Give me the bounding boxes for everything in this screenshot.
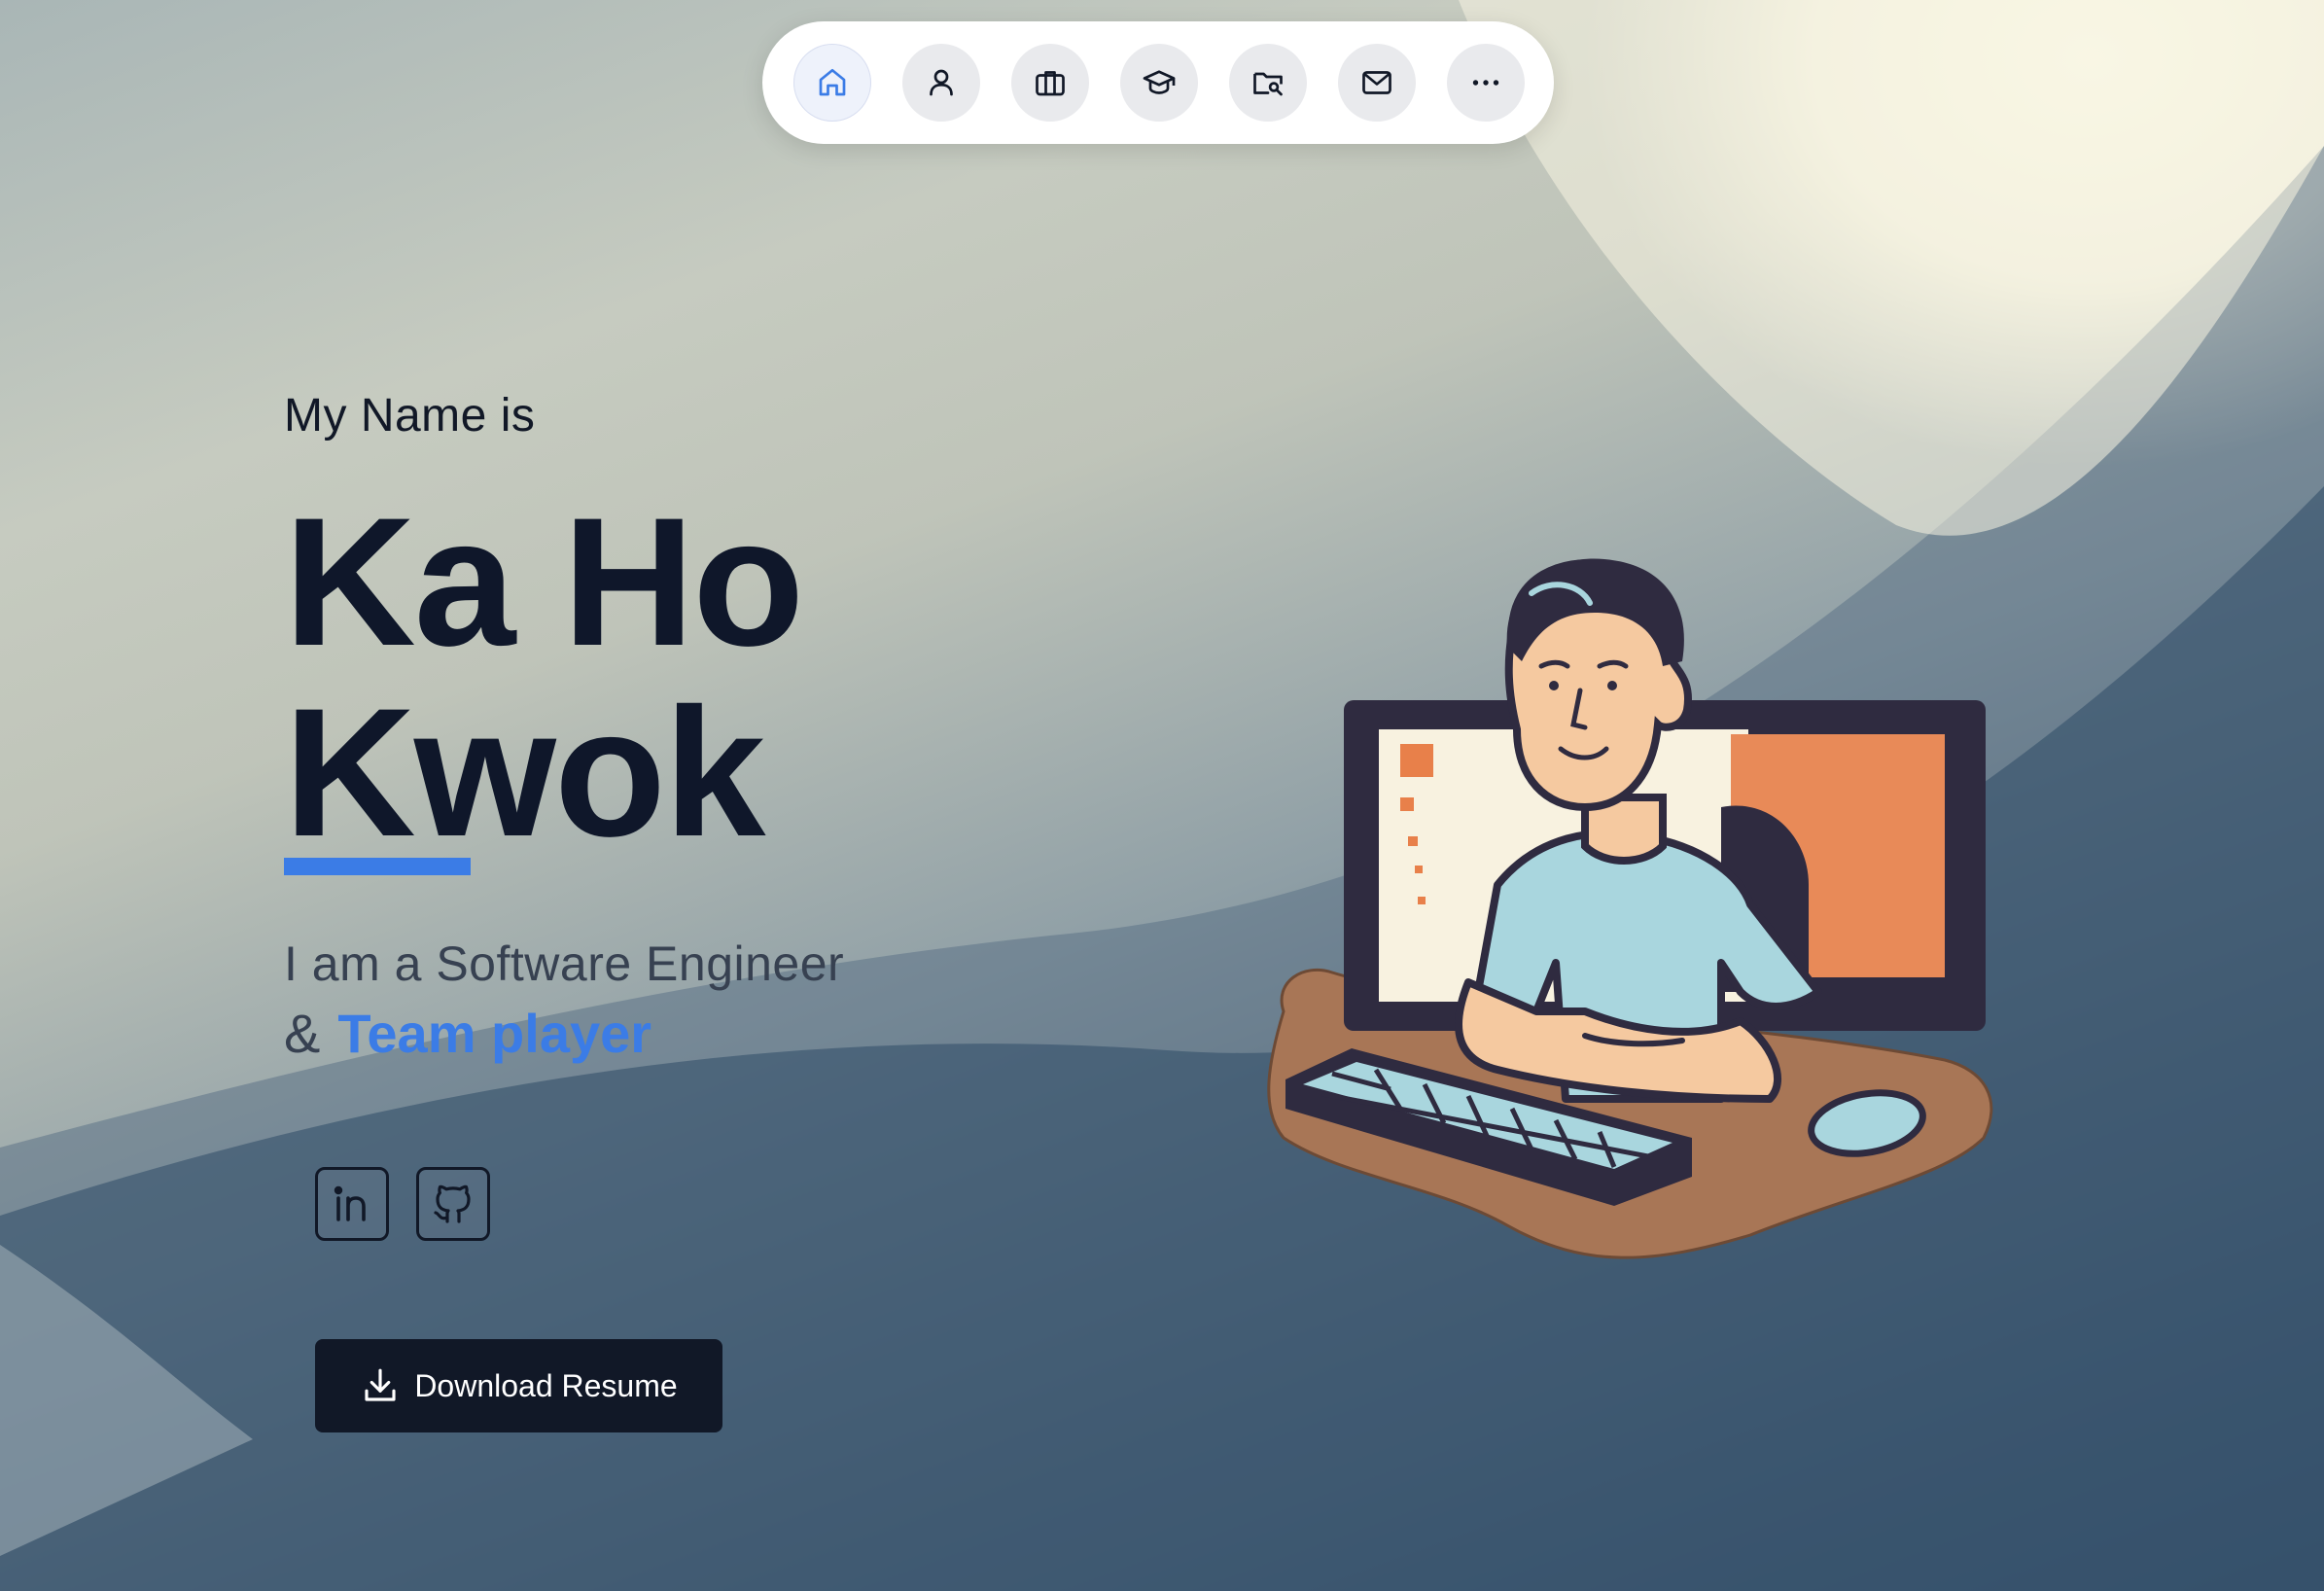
- nav-education-button[interactable]: [1120, 44, 1198, 122]
- name-line-2: Kwok: [284, 670, 765, 874]
- nav-about-button[interactable]: [902, 44, 980, 122]
- nav-experience-button[interactable]: [1011, 44, 1089, 122]
- intro-text: My Name is: [284, 390, 536, 442]
- nav-more-button[interactable]: [1447, 44, 1525, 122]
- download-resume-label: Download Resume: [414, 1367, 678, 1403]
- download-resume-button[interactable]: Download Resume: [315, 1339, 722, 1432]
- tagline-prefix: &: [284, 1003, 321, 1064]
- nav-home-button[interactable]: [793, 44, 871, 122]
- name-line-1: Ka Ho: [284, 479, 804, 684]
- user-icon: [930, 69, 953, 96]
- developer-illustration: [1267, 558, 1993, 1259]
- download-icon: [365, 1368, 396, 1401]
- hero-name: Ka Ho Kwok: [284, 479, 804, 874]
- name-underline: [284, 858, 471, 875]
- graduation-cap-icon: [1143, 70, 1176, 94]
- more-icon: [1472, 80, 1499, 86]
- home-icon: [819, 68, 846, 96]
- nav-contact-button[interactable]: [1338, 44, 1416, 122]
- github-icon: [434, 1184, 471, 1223]
- top-nav: [762, 21, 1554, 144]
- linkedin-link[interactable]: [315, 1167, 389, 1241]
- role-text: I am a Software Engineer: [284, 937, 845, 991]
- tagline-highlight: Team player: [337, 1003, 652, 1064]
- mail-icon: [1362, 71, 1391, 94]
- nav-projects-button[interactable]: [1229, 44, 1307, 122]
- folder-search-icon: [1253, 72, 1283, 96]
- linkedin-icon: [334, 1185, 366, 1221]
- github-link[interactable]: [416, 1167, 490, 1241]
- briefcase-icon: [1036, 71, 1065, 96]
- page: My Name is Ka Ho Kwok I am a Software En…: [0, 0, 2324, 1591]
- tagline: & Team player: [284, 1002, 651, 1065]
